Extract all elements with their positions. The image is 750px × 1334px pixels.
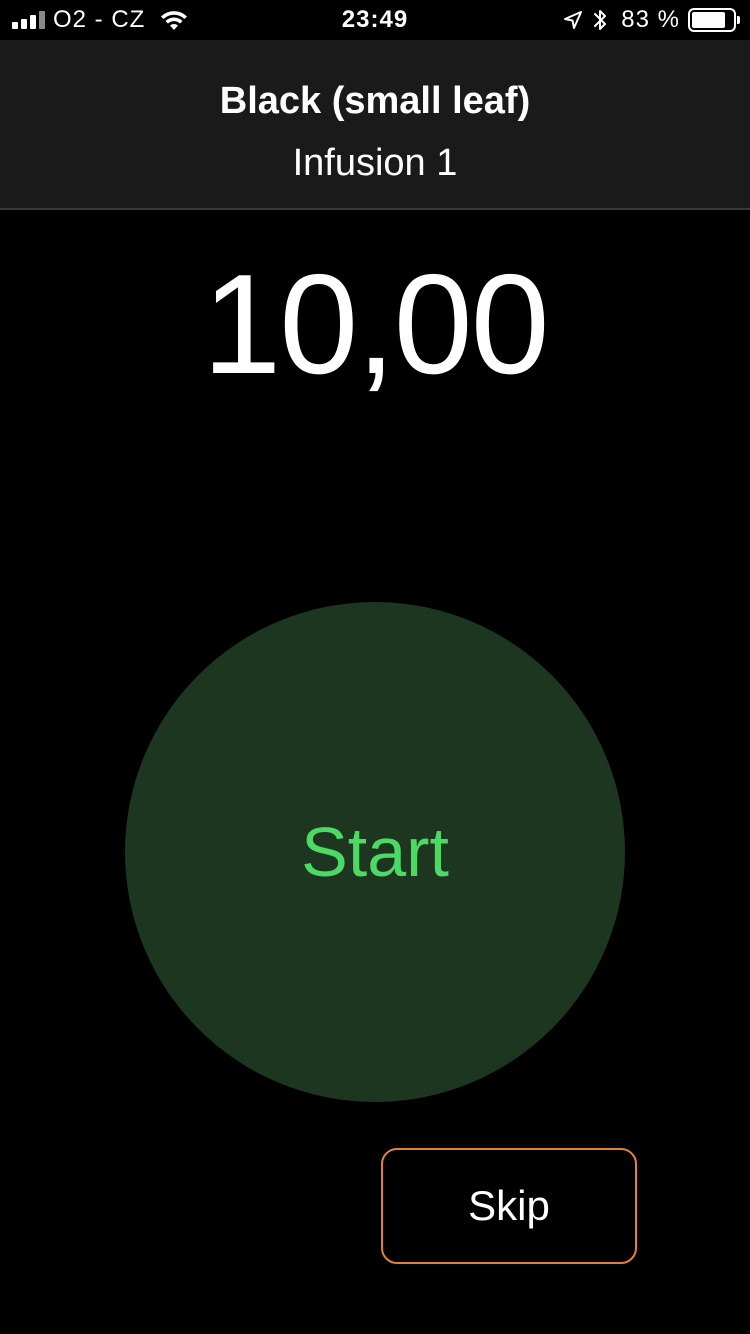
bluetooth-icon	[594, 10, 607, 30]
skip-button[interactable]: Skip	[381, 1148, 637, 1264]
status-bar: O2 - CZ 23:49 83 %	[0, 0, 750, 40]
status-left: O2 - CZ	[12, 0, 189, 40]
start-button[interactable]: Start	[125, 602, 625, 1102]
location-icon	[564, 11, 583, 29]
wifi-icon	[161, 11, 188, 30]
signal-icon	[12, 11, 45, 29]
tea-name: Black (small leaf)	[219, 80, 531, 122]
countdown-timer: 10,00	[202, 245, 549, 404]
tea-timer-screen: O2 - CZ 23:49 83 % Black (small leaf) In…	[0, 0, 750, 1334]
start-button-label: Start	[301, 813, 449, 891]
carrier-name: O2 - CZ	[53, 6, 146, 33]
battery-fill	[692, 12, 726, 28]
battery-percentage: 83 %	[621, 6, 680, 33]
battery-icon	[688, 8, 740, 32]
tea-header: Black (small leaf) Infusion 1	[0, 40, 750, 210]
infusion-label: Infusion 1	[292, 142, 458, 184]
status-right: 83 %	[563, 0, 740, 40]
skip-button-label: Skip	[468, 1182, 550, 1229]
